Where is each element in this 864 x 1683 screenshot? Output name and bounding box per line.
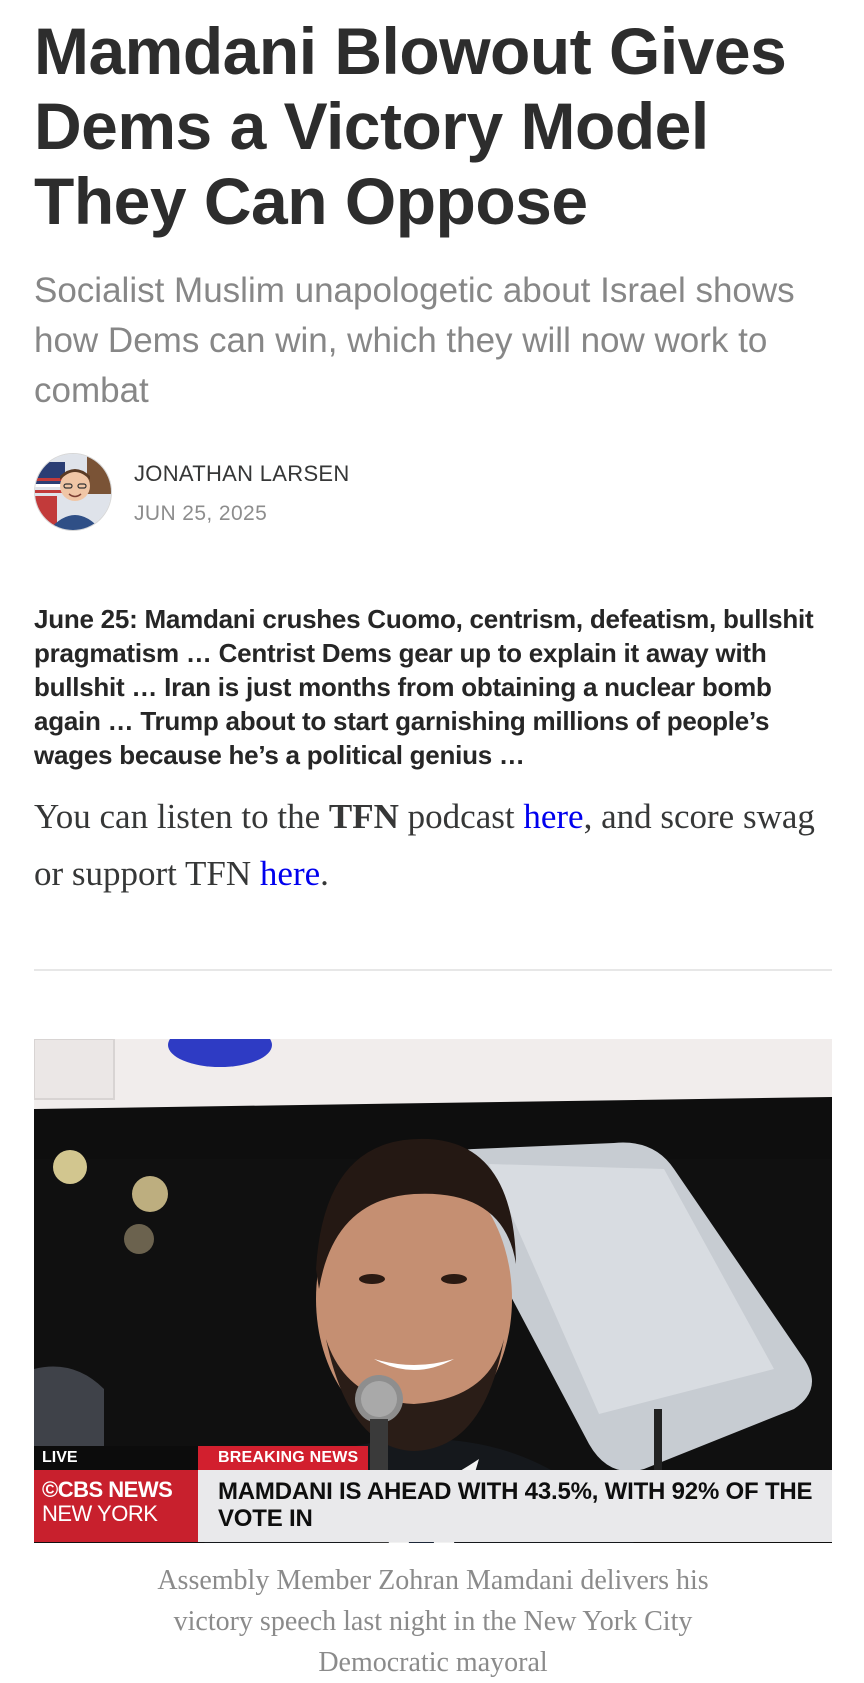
chyron-breaking-label: BREAKING NEWS xyxy=(198,1446,368,1470)
tfn-brand: TFN xyxy=(328,797,399,836)
byline: JONATHAN LARSEN JUN 25, 2025 xyxy=(34,453,832,533)
chyron-network-line1: ©CBS NEWS xyxy=(42,1477,173,1502)
podcast-paragraph: You can listen to the TFN podcast here, … xyxy=(34,788,832,902)
chyron-network-logo: ©CBS NEWS NEW YORK xyxy=(34,1470,198,1542)
author-name[interactable]: JONATHAN LARSEN xyxy=(134,461,350,487)
author-avatar[interactable] xyxy=(34,453,112,531)
image-caption: Assembly Member Zohran Mamdani delivers … xyxy=(157,1565,709,1678)
podcast-text-4: . xyxy=(320,854,329,893)
podcast-text-1: You can listen to the xyxy=(34,797,329,836)
podcast-link[interactable]: here xyxy=(523,797,583,836)
author-avatar-image xyxy=(35,454,111,530)
chyron-live-label: LIVE xyxy=(34,1446,198,1470)
news-chyron: LIVE BREAKING NEWS ©CBS NEWS NEW YORK MA… xyxy=(34,1446,832,1542)
post-subtitle: Socialist Muslim unapologetic about Isra… xyxy=(34,271,795,410)
support-link[interactable]: here xyxy=(260,854,320,893)
chyron-network-line2: NEW YORK xyxy=(42,1501,158,1526)
chyron-headline: MAMDANI IS AHEAD WITH 43.5%, WITH 92% OF… xyxy=(198,1470,832,1542)
divider xyxy=(34,969,832,971)
post-title: Mamdani Blowout Gives Dems a Victory Mod… xyxy=(34,14,787,238)
lead-paragraph: June 25: Mamdani crushes Cuomo, centrism… xyxy=(34,604,814,770)
podcast-text-2: podcast xyxy=(398,797,524,836)
post-date: JUN 25, 2025 xyxy=(134,502,268,525)
